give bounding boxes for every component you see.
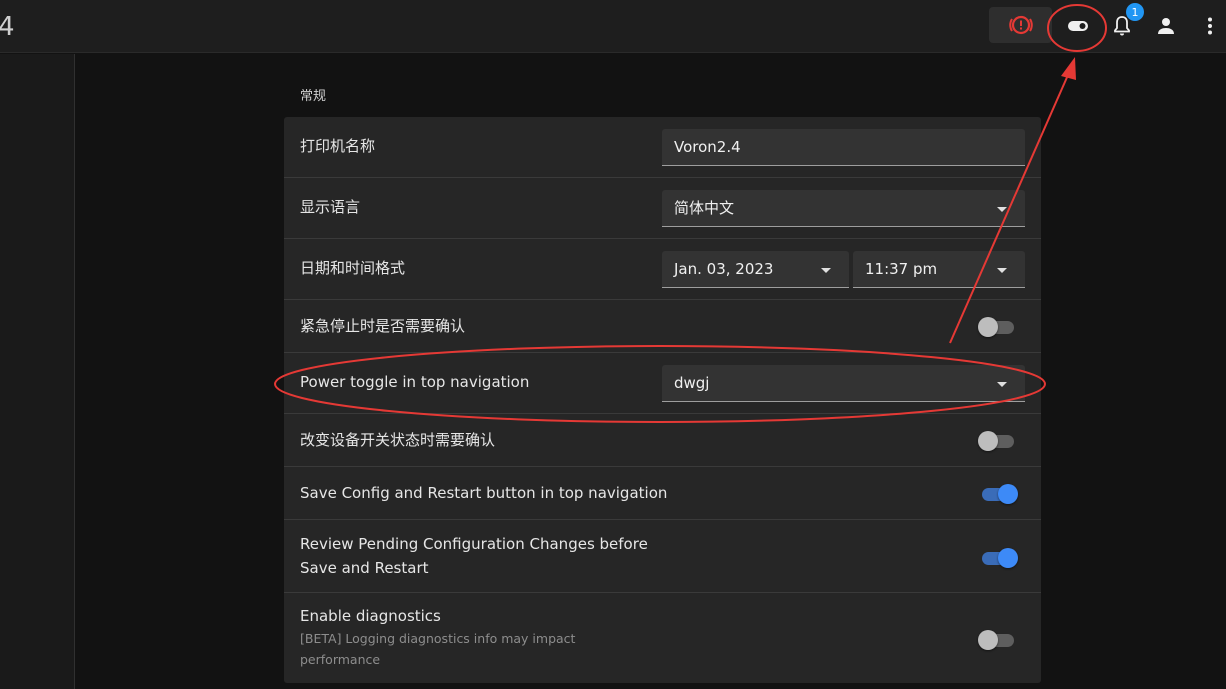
general-settings-card: 打印机名称 Voron2.4 显示语言 简体中文 日期和时间格式 Jan. 03…: [284, 117, 1041, 683]
emergency-stop-icon: [1008, 15, 1033, 35]
time-format-select[interactable]: 11:37 pm: [853, 251, 1025, 288]
printer-name-label: 打印机名称: [300, 137, 376, 155]
more-vert-icon: [1208, 17, 1212, 35]
diagnostics-sub-line1: [BETA] Logging diagnostics info may impa…: [300, 631, 576, 646]
notification-badge: 1: [1126, 3, 1144, 21]
chevron-down-icon: [997, 207, 1007, 212]
section-title: 常规: [300, 89, 327, 104]
top-app-bar: 4 1: [0, 0, 1226, 53]
chevron-down-icon: [997, 382, 1007, 387]
setting-row-save-config: Save Config and Restart button in top na…: [284, 467, 1041, 520]
date-format-value: Jan. 03, 2023: [674, 260, 774, 278]
date-format-select[interactable]: Jan. 03, 2023: [662, 251, 849, 288]
setting-row-estop-confirm: 紧急停止时是否需要确认: [284, 300, 1041, 353]
device-confirm-switch[interactable]: [978, 430, 1016, 452]
setting-row-language: 显示语言 简体中文: [284, 178, 1041, 239]
printer-name-input[interactable]: Voron2.4: [662, 129, 1025, 166]
power-toggle-label: Power toggle in top navigation: [300, 373, 530, 391]
chevron-down-icon: [821, 268, 831, 273]
setting-row-printer-name: 打印机名称 Voron2.4: [284, 117, 1041, 178]
time-format-value: 11:37 pm: [865, 260, 938, 278]
estop-confirm-switch[interactable]: [978, 316, 1016, 338]
annotation-arrow-head: [1061, 57, 1076, 80]
estop-confirm-label: 紧急停止时是否需要确认: [300, 317, 466, 335]
device-confirm-label: 改变设备开关状态时需要确认: [300, 431, 496, 449]
save-config-label: Save Config and Restart button in top na…: [300, 484, 668, 502]
account-button[interactable]: [1151, 11, 1181, 41]
setting-row-datetime: 日期和时间格式 Jan. 03, 2023 11:37 pm: [284, 239, 1041, 300]
setting-row-review-pending: Review Pending Configuration Changes bef…: [284, 520, 1041, 593]
side-navigation: [0, 54, 75, 689]
setting-row-power-toggle: Power toggle in top navigation dwgj: [284, 353, 1041, 414]
language-select-value: 简体中文: [674, 199, 735, 217]
setting-row-diagnostics: Enable diagnostics [BETA] Logging diagno…: [284, 593, 1041, 683]
diagnostics-switch[interactable]: [978, 629, 1016, 651]
power-toggle-select[interactable]: dwgj: [662, 365, 1025, 402]
save-config-switch[interactable]: [980, 483, 1018, 505]
app-title: 4: [0, 12, 15, 42]
power-toggle-button[interactable]: [1063, 11, 1093, 41]
language-select[interactable]: 简体中文: [662, 190, 1025, 227]
diagnostics-label: Enable diagnostics: [300, 607, 441, 625]
language-label: 显示语言: [300, 198, 361, 216]
review-pending-label-line1: Review Pending Configuration Changes bef…: [300, 535, 648, 553]
setting-row-device-confirm: 改变设备开关状态时需要确认: [284, 414, 1041, 467]
chevron-down-icon: [997, 268, 1007, 273]
power-toggle-icon: [1068, 21, 1088, 31]
review-pending-switch[interactable]: [980, 547, 1018, 569]
review-pending-label-line2: Save and Restart: [300, 559, 429, 577]
emergency-stop-button[interactable]: [989, 7, 1052, 43]
more-menu-button[interactable]: [1195, 11, 1225, 41]
power-toggle-value: dwgj: [674, 374, 710, 392]
account-icon: [1158, 18, 1174, 34]
datetime-label: 日期和时间格式: [300, 259, 406, 277]
diagnostics-sub-line2: performance: [300, 652, 381, 667]
